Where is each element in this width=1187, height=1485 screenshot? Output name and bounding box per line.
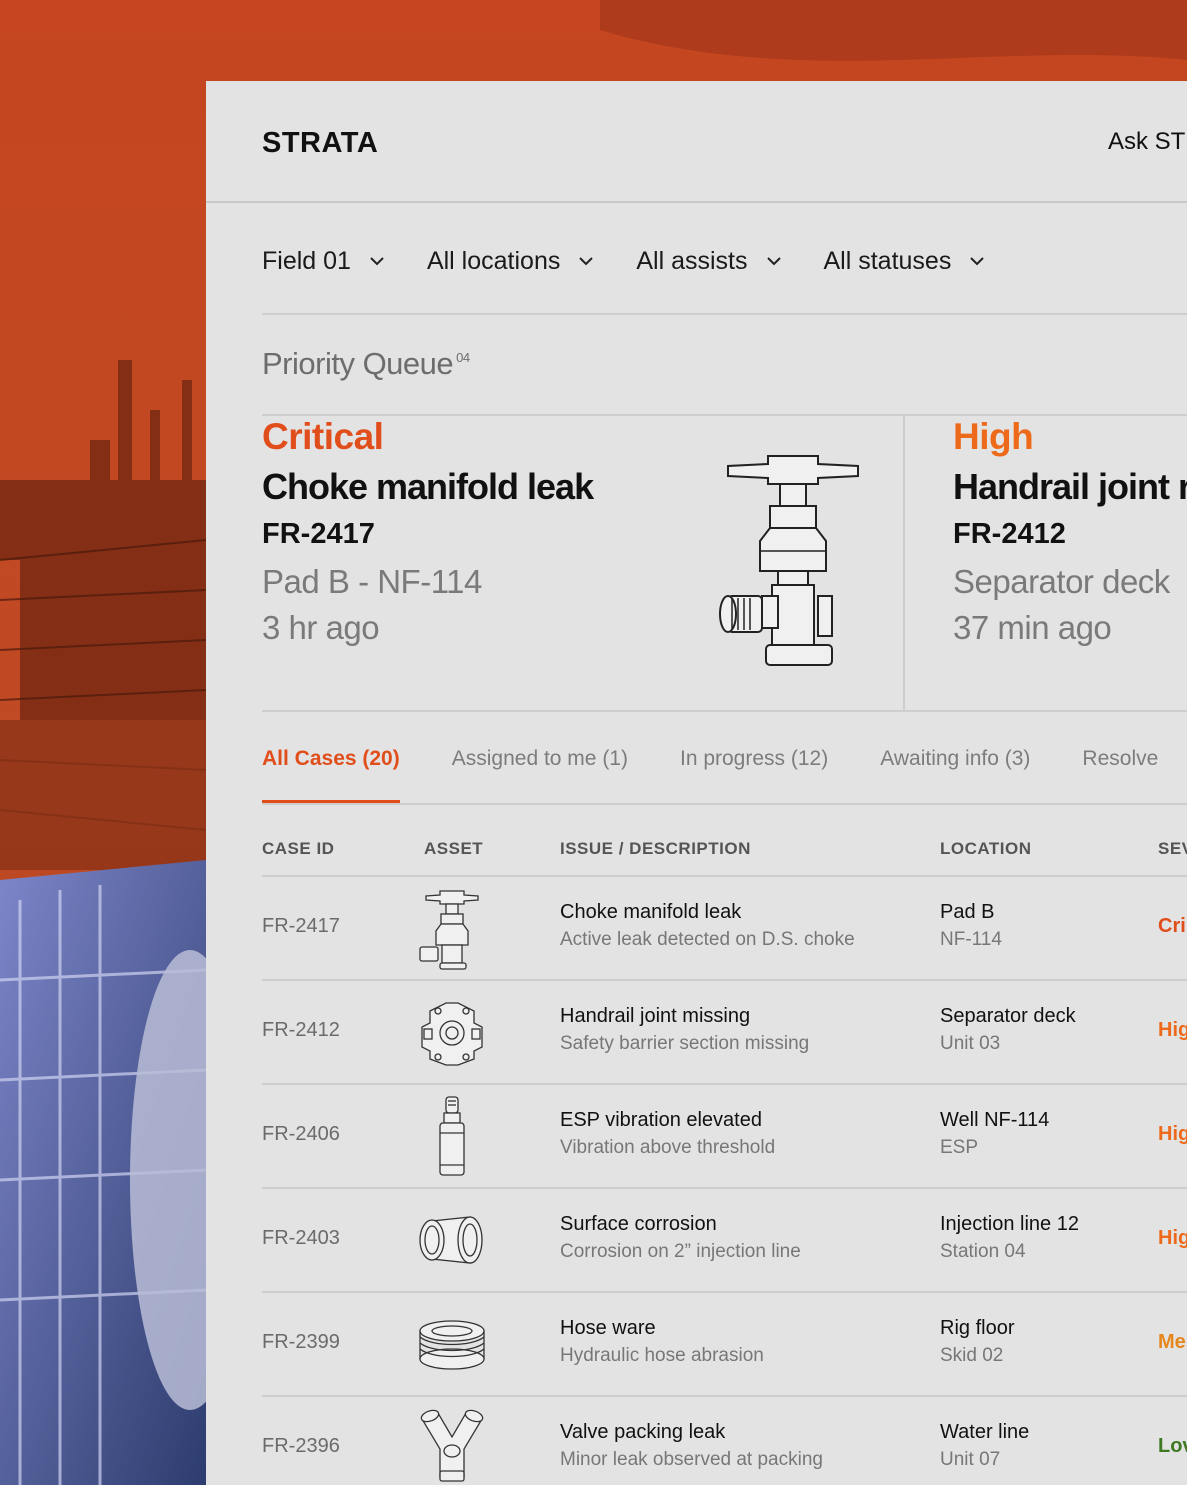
severity: Hig [1158,1123,1187,1145]
table-row[interactable]: FR-2399 Hose ware Hydraulic hose abrasio… [262,1291,1187,1395]
issue-title: Handrail joint missing [560,1005,751,1027]
location-sub: Unit 03 [940,1033,1001,1054]
tab-all-cases[interactable]: All Cases (20) [262,747,400,803]
tab-resolved[interactable]: Resolve [1082,747,1158,803]
logo[interactable]: STRATA [262,127,378,160]
severity: Cri [1158,915,1186,937]
header-severity[interactable]: SEV [1158,839,1187,859]
handrail-joint-icon [421,1002,483,1066]
header-case-id[interactable]: CASE ID [262,839,334,859]
filter-statuses[interactable]: All statuses [824,241,990,281]
filter-assists[interactable]: All assists [636,241,785,281]
case-id: FR-2399 [262,1331,340,1353]
chevron-down-icon [766,257,781,266]
priority-card-critical[interactable]: Critical Choke manifold leak FR-2417 Pad… [262,416,902,711]
table-row[interactable]: FR-2406 ESP vibration elevated Vibration… [262,1083,1187,1187]
location-sub: ESP [940,1137,979,1158]
location: Separator deck [940,1005,1076,1027]
card-location: Separator deck [953,563,1170,600]
issue-description: Vibration above threshold [560,1137,776,1158]
severity-label: High [953,416,1034,457]
case-id: FR-2396 [262,1435,340,1457]
issue-description: Active leak detected on D.S. choke [560,929,855,950]
table-row[interactable]: FR-2403 Surface corrosion Corrosion on 2… [262,1187,1187,1291]
divider [262,710,1187,712]
priority-card-high[interactable]: High Handrail joint r FR-2412 Separator … [903,416,1187,711]
filter-bar: Field 01 All locations All assists All s… [262,241,1027,281]
priority-queue-label: Priority Queue [262,346,454,381]
wye-fitting-icon [420,1409,484,1482]
table-row[interactable]: FR-2412 Handrail joint missing Safety ba… [262,979,1187,1083]
severity: Hig [1158,1227,1187,1249]
divider [262,313,1187,315]
hose-coil-icon [419,1320,485,1370]
issue-description: Safety barrier section missing [560,1033,810,1054]
issue-title: Surface corrosion [560,1213,717,1235]
location-sub: Station 04 [940,1241,1026,1262]
divider [262,803,1187,805]
severity: Me [1158,1331,1186,1353]
location-sub: NF-114 [940,929,1002,950]
filter-label: All assists [636,246,748,275]
filter-label: Field 01 [262,246,351,275]
filter-field[interactable]: Field 01 [262,241,389,281]
issue-title: ESP vibration elevated [560,1109,762,1131]
tab-assigned-to-me[interactable]: Assigned to me (1) [452,747,628,803]
filter-label: All locations [426,246,561,275]
severity: Hig [1158,1019,1187,1041]
header-issue[interactable]: ISSUE / DESCRIPTION [560,839,751,859]
issue-description: Corrosion on 2” injection line [560,1241,801,1262]
top-bar: STRATA Ask ST [206,81,1187,203]
tab-in-progress[interactable]: In progress (12) [680,747,828,803]
issue-title: Valve packing leak [560,1421,726,1443]
location: Well NF-114 [940,1109,1050,1131]
header-asset[interactable]: ASSET [424,839,483,859]
valve-icon [419,890,479,970]
card-title: Handrail joint r [953,466,1187,507]
esp-pump-icon [439,1096,465,1176]
valve-icon [719,455,859,666]
case-tabs: All Cases (20) Assigned to me (1) In pro… [262,747,1187,803]
filter-label: All statuses [823,246,952,275]
severity: Lov [1158,1435,1187,1457]
card-case-id: FR-2412 [953,518,1066,550]
table-header: CASE ID ASSET ISSUE / DESCRIPTION LOCATI… [262,839,1187,877]
ask-strata-button[interactable]: Ask ST [1108,128,1185,156]
table-row[interactable]: FR-2396 Valve packing leak Minor leak ob… [262,1395,1187,1485]
issue-title: Hose ware [560,1317,656,1339]
case-id: FR-2417 [262,915,340,937]
location: Pad B [940,901,995,923]
filter-locations[interactable]: All locations [427,241,598,281]
issue-description: Hydraulic hose abrasion [560,1345,764,1366]
card-time: 37 min ago [953,609,1112,646]
chevron-down-icon [370,257,384,266]
location: Water line [940,1421,1030,1443]
priority-queue-title: Priority Queue 04 [262,346,470,382]
location-sub: Unit 07 [940,1449,1001,1470]
location: Rig floor [940,1317,1015,1339]
chevron-down-icon [579,257,594,266]
main-panel: STRATA Ask ST Field 01 All locations All… [206,81,1187,1485]
issue-title: Choke manifold leak [560,901,742,923]
chevron-down-icon [970,257,985,266]
location: Injection line 12 [940,1213,1079,1235]
case-id: FR-2403 [262,1227,340,1249]
case-id: FR-2406 [262,1123,340,1145]
tab-awaiting-info[interactable]: Awaiting info (3) [880,747,1030,803]
pipe-coupling-icon [419,1216,483,1264]
issue-description: Minor leak observed at packing [560,1449,823,1470]
case-id: FR-2412 [262,1019,340,1041]
location-sub: Skid 02 [940,1345,1004,1366]
table-row[interactable]: FR-2417 Choke manifold leak Active leak … [262,875,1187,979]
priority-queue-count: 04 [456,350,470,365]
header-location[interactable]: LOCATION [940,839,1032,859]
